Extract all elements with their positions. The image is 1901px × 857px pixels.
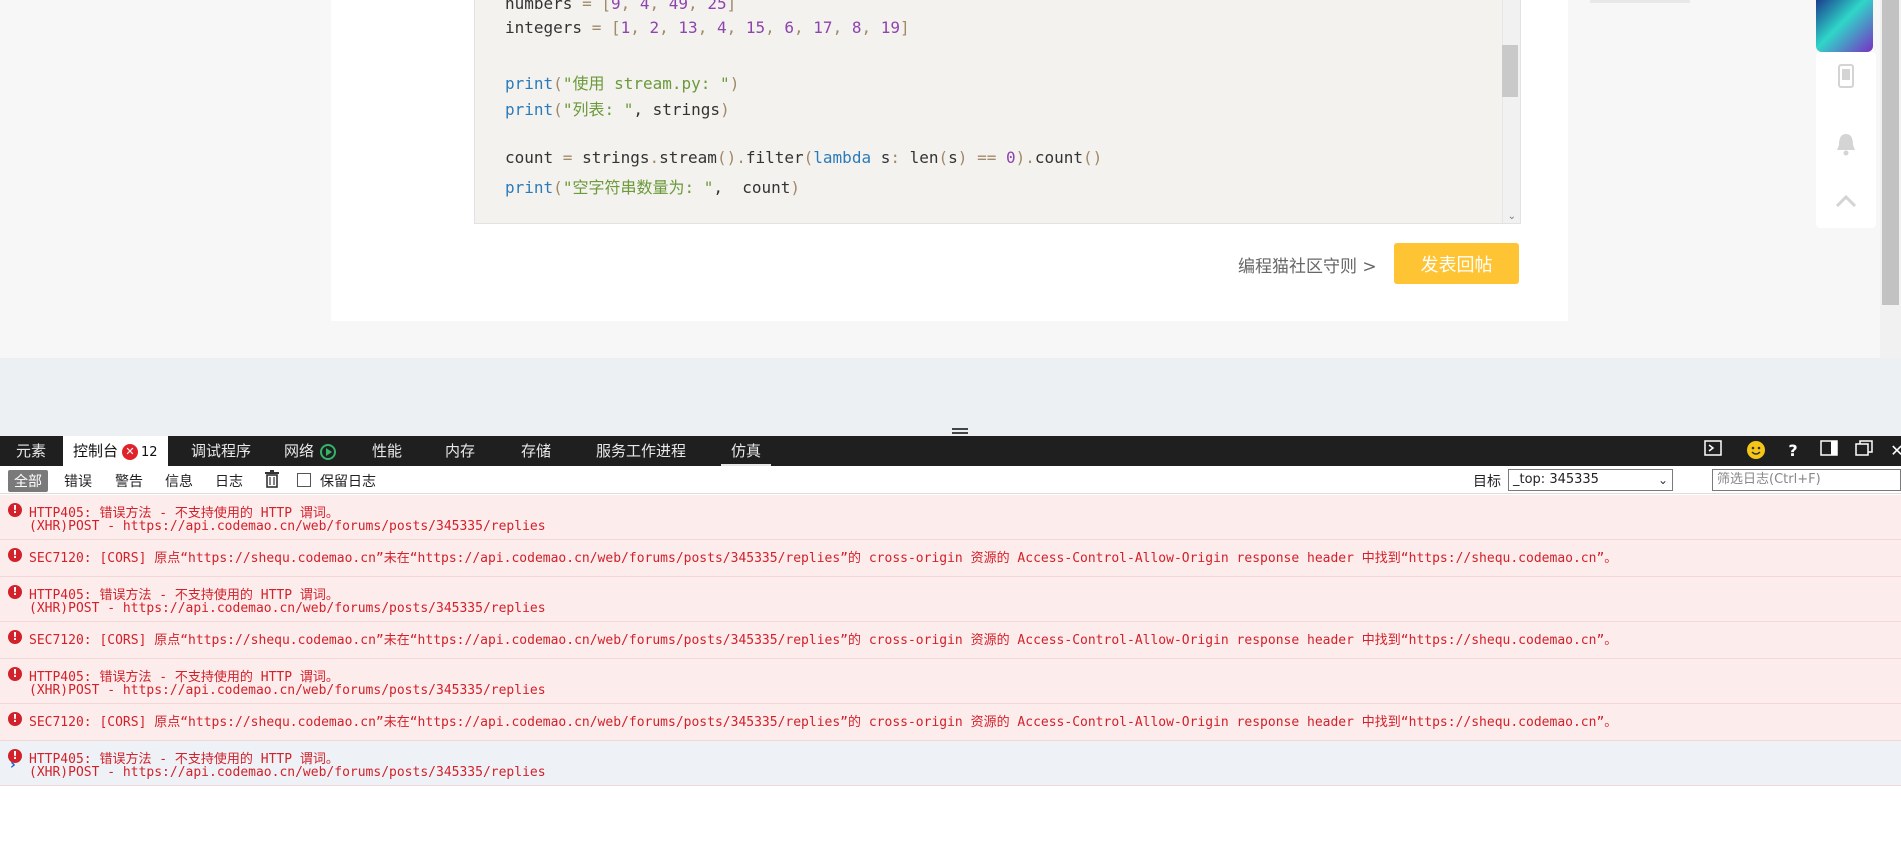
console-message[interactable]: ! HTTP405: 错误方法 - 不支持使用的 HTTP 谓词。 (XHR)POS… (0, 659, 1901, 704)
post-reply-button[interactable]: 发表回帖 (1394, 243, 1519, 284)
help-icon[interactable]: ? (1782, 440, 1804, 462)
target-select[interactable]: _top: 345335 ⌄ (1508, 469, 1673, 491)
filter-all[interactable]: 全部 (8, 470, 48, 492)
page-scroll-thumb[interactable] (1882, 0, 1899, 305)
message-text: SEC7120: [CORS] 原点“https://shequ.codemao… (29, 633, 1618, 648)
tab-label: 调试程序 (191, 442, 252, 460)
tab-storage[interactable]: 存储 (511, 436, 561, 466)
target-value: _top: 345335 (1513, 472, 1599, 487)
tab-performance[interactable]: 性能 (362, 436, 412, 466)
target-label: 目标 (1473, 474, 1501, 490)
chevron-down-icon: ⌄ (1657, 473, 1668, 487)
page-footer-band (0, 358, 1901, 436)
console-message[interactable]: ! SEC7120: [CORS] 原点“https://shequ.codema… (0, 622, 1901, 659)
error-icon: ! (8, 667, 22, 681)
code-line: print("使用 stream.py: ") (505, 74, 740, 93)
close-icon[interactable]: ✕ (1886, 440, 1901, 462)
error-icon: ! (8, 712, 22, 726)
console-message[interactable]: ! HTTP405: 错误方法 - 不支持使用的 HTTP 谓词。 (XHR)POS… (0, 495, 1901, 540)
undock-icon[interactable] (1853, 440, 1875, 462)
right-rail (1816, 52, 1876, 228)
user-avatar[interactable] (1816, 0, 1873, 52)
tab-label: 仿真 (731, 442, 762, 460)
chevron-down-icon[interactable]: ⌄ (1508, 211, 1516, 222)
trash-icon[interactable] (265, 470, 279, 488)
console-icon[interactable] (1702, 440, 1724, 462)
devtools-panel: 元素 控制台 ✕ 12 调试程序 网络 性能 内存 存储 服务工作进程 仿真 ? ✕… (0, 436, 1901, 857)
tab-emulation[interactable]: 仿真 (721, 436, 772, 466)
console-filterbar: 全部 错误 警告 信息 日志 保留日志 目标 _top: 345335 ⌄ 筛选… (0, 466, 1901, 494)
console-log: ! HTTP405: 错误方法 - 不支持使用的 HTTP 谓词。 (XHR)POS… (0, 495, 1901, 857)
tab-network[interactable]: 网络 (274, 436, 346, 466)
code-line: count = strings.stream().filter(lambda s… (505, 148, 1103, 167)
error-icon: ! (8, 585, 22, 599)
error-count: 12 (141, 445, 158, 460)
code-scroll-thumb[interactable] (1502, 45, 1518, 97)
filter-info[interactable]: 信息 (165, 471, 193, 491)
tab-service-workers[interactable]: 服务工作进程 (586, 436, 696, 466)
message-source[interactable]: (XHR)POST - https://api.codemao.cn/web/f… (29, 765, 546, 780)
error-icon: ! (8, 548, 22, 562)
chevron-up-icon[interactable] (1834, 190, 1858, 216)
console-message[interactable]: ! SEC7120: [CORS] 原点“https://shequ.codema… (0, 704, 1901, 741)
code-line: print("空字符串数量为: ", count) (505, 178, 801, 197)
tab-label: 存储 (521, 442, 552, 460)
bell-icon[interactable] (1834, 132, 1858, 158)
error-x-icon: ✕ (122, 443, 139, 460)
tab-debugger[interactable]: 调试程序 (181, 436, 261, 466)
record-play-icon (320, 443, 337, 460)
dock-icon[interactable] (1818, 440, 1840, 462)
code-line: integers = [1, 2, 13, 4, 15, 6, 17, 8, 1… (505, 18, 910, 37)
top-bar-fragment (1590, 0, 1690, 3)
message-source[interactable]: (XHR)POST - https://api.codemao.cn/web/f… (29, 683, 546, 698)
tab-memory[interactable]: 内存 (435, 436, 485, 466)
tab-elements[interactable]: 元素 (6, 436, 56, 466)
code-line: numbers = [9, 4, 49, 25] (505, 0, 737, 13)
filter-log[interactable]: 日志 (215, 471, 243, 491)
code-line: print("列表: ", strings) (505, 100, 730, 119)
filter-warnings[interactable]: 警告 (115, 471, 143, 491)
code-scrollbar[interactable]: ⌄ (1502, 0, 1520, 223)
console-message[interactable]: ! SEC7120: [CORS] 原点“https://shequ.codema… (0, 540, 1901, 577)
tab-label: 性能 (372, 442, 403, 460)
console-message[interactable]: ! HTTP405: 错误方法 - 不支持使用的 HTTP 谓词。 (XHR)POS… (0, 741, 1901, 786)
error-icon: ! (8, 630, 22, 644)
tab-label: 控制台 (73, 442, 119, 460)
tab-console[interactable]: 控制台 ✕ 12 (63, 436, 168, 466)
preserve-log-label: 保留日志 (320, 474, 376, 490)
console-message[interactable]: ! HTTP405: 错误方法 - 不支持使用的 HTTP 谓词。 (XHR)POS… (0, 577, 1901, 622)
log-filter-input[interactable]: 筛选日志(Ctrl+F) (1712, 469, 1901, 491)
filter-errors[interactable]: 错误 (64, 471, 92, 491)
message-text: SEC7120: [CORS] 原点“https://shequ.codemao… (29, 715, 1618, 730)
console-prompt[interactable]: › (10, 757, 16, 773)
tab-label: 服务工作进程 (596, 442, 687, 460)
smiley-icon[interactable] (1745, 440, 1767, 462)
preserve-log-checkbox[interactable] (297, 473, 311, 487)
community-rules-link[interactable]: 编程猫社区守则 > (1238, 252, 1377, 277)
code-block: numbers = [9, 4, 49, 25] integers = [1, 2… (474, 0, 1521, 224)
tab-label: 网络 (284, 442, 315, 460)
tablet-icon[interactable] (1834, 64, 1858, 90)
error-icon: ! (8, 503, 22, 517)
message-text: SEC7120: [CORS] 原点“https://shequ.codemao… (29, 551, 1618, 566)
tab-label: 元素 (16, 442, 47, 460)
devtools-tabbar: 元素 控制台 ✕ 12 调试程序 网络 性能 内存 存储 服务工作进程 仿真 ? ✕ (0, 436, 1901, 466)
tab-label: 内存 (445, 442, 476, 460)
devtools-resize-handle[interactable] (952, 428, 968, 434)
message-source[interactable]: (XHR)POST - https://api.codemao.cn/web/f… (29, 601, 546, 616)
message-source[interactable]: (XHR)POST - https://api.codemao.cn/web/f… (29, 519, 546, 534)
